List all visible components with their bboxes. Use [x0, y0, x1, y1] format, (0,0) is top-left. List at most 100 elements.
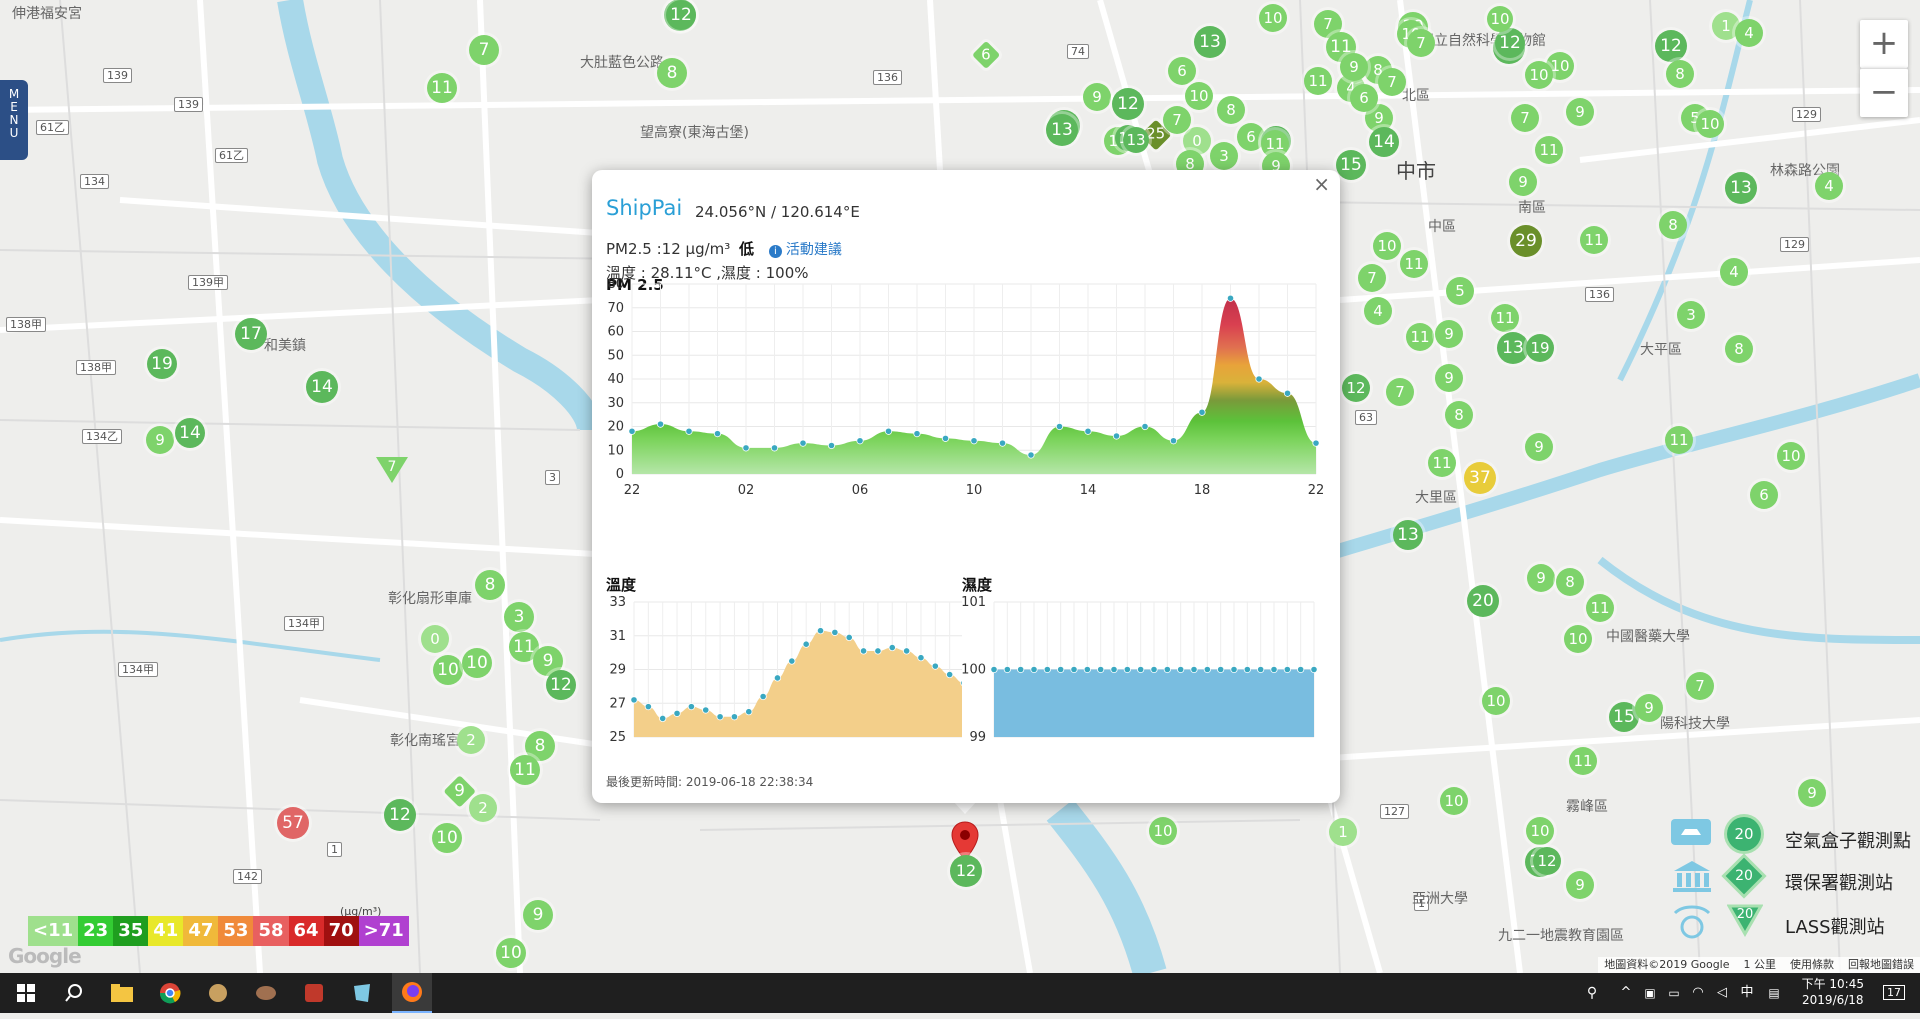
airbox-marker[interactable]: 12: [666, 0, 696, 30]
airbox-marker[interactable]: 11: [1400, 250, 1428, 278]
airbox-marker[interactable]: 10: [432, 823, 462, 853]
airbox-marker[interactable]: 4: [1815, 172, 1843, 200]
airbox-marker[interactable]: 13: [1046, 114, 1078, 146]
airbox-marker[interactable]: 2: [457, 726, 485, 754]
activity-advice-link[interactable]: 活動建議: [786, 242, 842, 258]
airbox-marker[interactable]: 10: [1564, 625, 1592, 653]
airbox-marker[interactable]: 11: [510, 755, 540, 785]
airbox-marker[interactable]: 9: [1435, 364, 1463, 392]
file-explorer-icon[interactable]: [104, 973, 140, 1013]
airbox-marker[interactable]: 4: [1735, 19, 1763, 47]
keyboard-icon[interactable]: ▤: [1764, 973, 1784, 1013]
airbox-marker[interactable]: 11: [1569, 747, 1597, 775]
close-popup-button[interactable]: ×: [1313, 172, 1330, 196]
airbox-marker[interactable]: 10: [1696, 110, 1724, 138]
airbox-marker[interactable]: 11: [1535, 136, 1563, 164]
airbox-marker[interactable]: 9: [1435, 320, 1463, 348]
airbox-marker[interactable]: 19: [1526, 334, 1554, 362]
airbox-marker[interactable]: 9: [1509, 168, 1537, 196]
airbox-marker[interactable]: 2: [469, 794, 497, 822]
airbox-marker[interactable]: 14: [306, 371, 338, 403]
airbox-marker[interactable]: 11: [1665, 426, 1693, 454]
airbox-marker[interactable]: 3: [504, 602, 534, 632]
airbox-marker[interactable]: 6: [1750, 481, 1778, 509]
chrome-icon[interactable]: [152, 973, 188, 1013]
map-canvas[interactable]: 139 134 138甲 138甲 139甲 134甲 61乙 61乙 139 …: [0, 0, 1920, 973]
airbox-marker[interactable]: 7: [469, 35, 499, 65]
airbox-marker[interactable]: 8: [475, 570, 505, 600]
airbox-marker[interactable]: 0: [421, 625, 449, 653]
airbox-marker[interactable]: 6: [1168, 57, 1196, 85]
airbox-marker[interactable]: 15: [1336, 150, 1366, 180]
airbox-marker[interactable]: 19: [147, 349, 177, 379]
selected-station-marker[interactable]: 12: [950, 855, 982, 887]
airbox-marker[interactable]: 12: [384, 799, 416, 831]
airbox-marker[interactable]: 57: [277, 807, 309, 839]
airbox-marker[interactable]: 10: [1440, 787, 1468, 815]
airbox-marker[interactable]: 7: [1386, 378, 1414, 406]
app-icon[interactable]: [344, 973, 380, 1013]
airbox-marker[interactable]: 12: [1342, 374, 1370, 402]
airbox-marker[interactable]: 8: [1556, 568, 1584, 596]
airbox-marker[interactable]: 7: [1686, 672, 1714, 700]
airbox-marker[interactable]: 1: [1329, 818, 1357, 846]
airbox-marker[interactable]: 10: [1482, 687, 1510, 715]
airbox-marker[interactable]: 8: [1445, 401, 1473, 429]
airbox-marker[interactable]: 10: [1185, 82, 1213, 110]
airbox-marker[interactable]: 7: [1407, 29, 1435, 57]
wifi-icon[interactable]: ◠: [1688, 973, 1708, 1013]
terms-link[interactable]: 使用條款: [1790, 957, 1834, 973]
airbox-marker[interactable]: 9: [523, 900, 553, 930]
airbox-marker[interactable]: 9: [1340, 53, 1368, 81]
airbox-marker[interactable]: 8: [1666, 60, 1694, 88]
airbox-marker[interactable]: 11: [427, 73, 457, 103]
airbox-marker[interactable]: 3: [1210, 142, 1238, 170]
airbox-marker[interactable]: 10: [1487, 6, 1513, 32]
airbox-marker[interactable]: 11: [1580, 226, 1608, 254]
airbox-marker[interactable]: 4: [1364, 297, 1392, 325]
airbox-marker[interactable]: 9: [1566, 98, 1594, 126]
airbox-marker[interactable]: 10: [1373, 232, 1401, 260]
airbox-marker[interactable]: 9: [1798, 779, 1826, 807]
airbox-marker[interactable]: 12: [546, 670, 576, 700]
notification-center-icon[interactable]: 17: [1874, 973, 1914, 1013]
airbox-marker[interactable]: 13: [1123, 127, 1149, 153]
app-icon[interactable]: [248, 973, 284, 1013]
search-icon[interactable]: [56, 973, 92, 1013]
airbox-marker[interactable]: 3: [1677, 301, 1705, 329]
airbox-marker[interactable]: 11: [1304, 67, 1332, 95]
windows-start-icon[interactable]: [8, 973, 44, 1013]
airbox-marker[interactable]: 17: [235, 318, 267, 350]
airbox-marker[interactable]: 11: [1406, 323, 1434, 351]
airbox-marker[interactable]: 7: [1378, 68, 1406, 96]
airbox-marker[interactable]: 13: [1194, 26, 1226, 58]
zoom-in-button[interactable]: +: [1860, 20, 1908, 68]
airbox-marker[interactable]: 8: [1725, 335, 1753, 363]
people-icon[interactable]: ⚲: [1580, 973, 1604, 1013]
airbox-marker[interactable]: 13: [1393, 520, 1423, 550]
airbox-marker[interactable]: 5: [1446, 277, 1474, 305]
airbox-marker[interactable]: 4: [1720, 258, 1748, 286]
airbox-marker[interactable]: 9: [1566, 871, 1594, 899]
menu-button[interactable]: M E N U: [0, 80, 28, 160]
airbox-marker[interactable]: 7: [1358, 264, 1386, 292]
airbox-marker[interactable]: 14: [175, 418, 205, 448]
report-error-link[interactable]: 回報地圖錯誤: [1848, 957, 1914, 973]
airbox-marker[interactable]: 9: [1527, 564, 1555, 592]
airbox-marker[interactable]: 12: [1533, 847, 1561, 875]
airbox-marker[interactable]: 9: [146, 426, 174, 454]
airbox-marker[interactable]: 10: [1777, 442, 1805, 470]
airbox-marker[interactable]: 10: [496, 938, 526, 968]
airbox-marker[interactable]: 10: [462, 648, 492, 678]
google-logo[interactable]: Google: [8, 944, 82, 968]
chevron-up-icon[interactable]: ^: [1616, 973, 1636, 1013]
airbox-marker[interactable]: 14: [1369, 127, 1399, 157]
airbox-marker[interactable]: 12: [1112, 88, 1144, 120]
airbox-marker[interactable]: 29: [1510, 225, 1542, 257]
airbox-marker[interactable]: 12: [1495, 28, 1525, 58]
app-icon[interactable]: [200, 973, 236, 1013]
volume-icon[interactable]: ◁: [1712, 973, 1732, 1013]
airbox-marker[interactable]: 13: [1497, 332, 1529, 364]
airbox-marker[interactable]: 8: [1659, 211, 1687, 239]
airbox-marker[interactable]: 12: [1655, 30, 1687, 62]
